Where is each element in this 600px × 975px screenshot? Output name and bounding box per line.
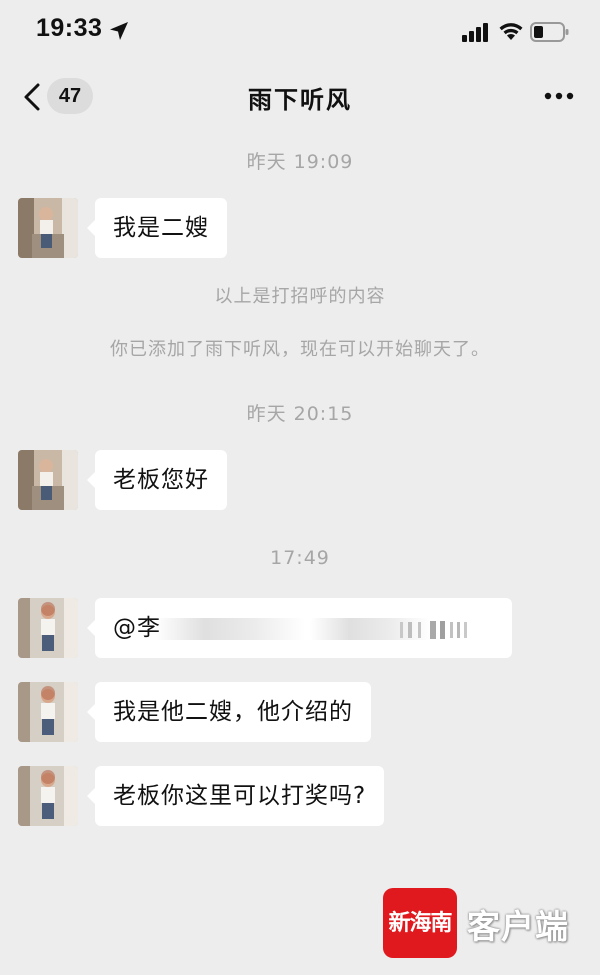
message-text: @李 [113, 615, 161, 641]
message-bubble[interactable]: 老板您好 [87, 450, 227, 510]
system-note-added-friend: 你已添加了雨下听风，现在可以开始聊天了。 [110, 339, 490, 360]
timestamp: 昨天 19:09 [246, 151, 354, 173]
message-bubble[interactable]: 我是二嫂 [87, 198, 227, 258]
avatar-image [18, 450, 78, 510]
news-watermark: 新海南 客户端 [383, 888, 593, 958]
status-time: 19:33 [36, 14, 103, 42]
watermark-text: 客户端 [467, 907, 569, 946]
more-dots-icon[interactable] [544, 92, 574, 100]
message-bubble[interactable]: 老板你这里可以打奖吗? [86, 766, 385, 826]
message-bubble[interactable]: 我是他二嫂，他介绍的 [87, 682, 371, 742]
avatar-image [18, 766, 78, 826]
chat-screen: 19:33 47 雨下听风 昨天 19:09 我是二嫂 以上是打招呼的内容 你已… [0, 0, 600, 975]
message-bubble-redacted[interactable]: @李 [87, 598, 512, 658]
chat-title: 雨下听风 [248, 86, 352, 114]
avatar[interactable] [18, 682, 78, 742]
avatar[interactable] [18, 598, 78, 658]
status-bar: 19:33 [0, 0, 600, 62]
avatar[interactable] [18, 198, 78, 258]
avatar-image [18, 598, 78, 658]
timestamp: 昨天 20:15 [246, 403, 354, 425]
timestamp: 17:49 [270, 547, 330, 569]
battery-icon [530, 22, 569, 42]
redaction-blur [155, 618, 305, 640]
redaction-blur [400, 621, 467, 639]
location-arrow-icon [110, 22, 128, 40]
avatar[interactable] [18, 450, 78, 510]
avatar[interactable] [18, 766, 78, 826]
system-note-greeting: 以上是打招呼的内容 [214, 286, 386, 307]
wifi-icon [499, 23, 523, 40]
signal-icon [462, 23, 488, 42]
nav-bar: 47 雨下听风 [0, 62, 600, 130]
watermark-logo: 新海南 [383, 888, 457, 958]
avatar-image [18, 682, 78, 742]
avatar-image [18, 198, 78, 258]
